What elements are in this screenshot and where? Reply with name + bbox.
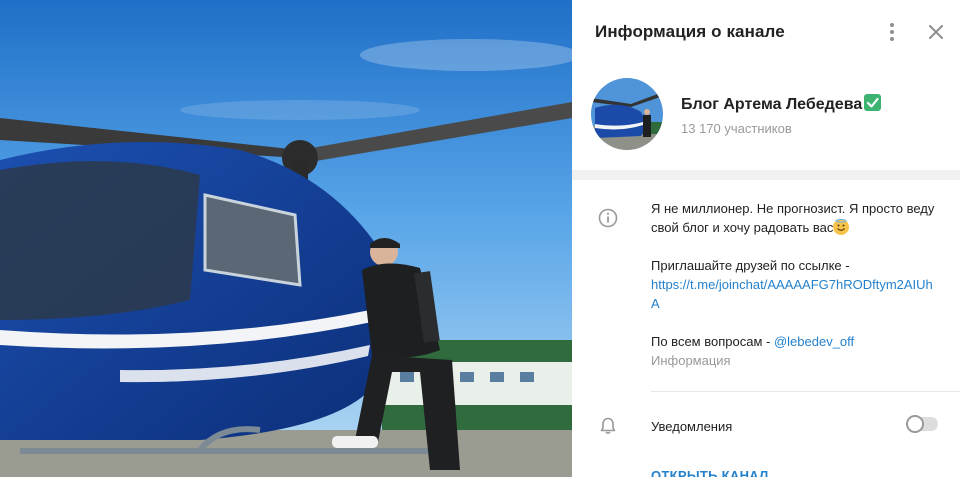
close-button[interactable]	[922, 18, 950, 46]
channel-name-text: Блог Артема Лебедева	[681, 96, 863, 113]
smiling-emoji-icon	[833, 219, 850, 235]
member-count: 13 170 участников	[681, 121, 792, 136]
channel-description: Я не миллионер. Не прогнозист. Я просто …	[651, 199, 941, 370]
channel-avatar[interactable]	[591, 78, 663, 150]
panel-title: Информация о канале	[595, 22, 785, 41]
bell-icon	[600, 417, 616, 435]
open-channel-button[interactable]: ОТКРЫТЬ КАНАЛ	[651, 468, 769, 477]
channel-photo[interactable]	[0, 0, 572, 477]
invite-text: Приглашайте друзей по ссылке -	[651, 258, 850, 273]
toggle-knob	[906, 415, 924, 433]
verified-check-icon	[864, 94, 882, 111]
telegram-channel-view: Информация о канале Блог Артема Лебедева…	[0, 0, 960, 477]
more-vertical-icon	[890, 23, 894, 41]
invite-link[interactable]: https://t.me/joinchat/AAAAAFG7hRODftym2A…	[651, 277, 933, 311]
notifications-toggle[interactable]	[906, 415, 938, 433]
close-icon	[929, 25, 943, 39]
panel-header: Информация о канале	[572, 0, 960, 64]
more-menu-button[interactable]	[878, 18, 906, 46]
info-icon	[598, 208, 618, 228]
divider	[651, 391, 960, 392]
channel-info-section: Я не миллионер. Не прогнозист. Я просто …	[572, 180, 960, 477]
description-caption: Информация	[651, 353, 731, 368]
channel-info-panel: Информация о канале Блог Артема Лебедева…	[572, 0, 960, 477]
contact-text: По всем вопросам -	[651, 334, 771, 349]
notifications-label: Уведомления	[651, 419, 733, 434]
contact-username-link[interactable]: @lebedev_off	[774, 334, 854, 349]
channel-profile: Блог Артема Лебедева 13 170 участников	[572, 64, 960, 170]
channel-name: Блог Артема Лебедева	[681, 94, 882, 114]
description-text: Я не миллионер. Не прогнозист. Я просто …	[651, 201, 935, 235]
